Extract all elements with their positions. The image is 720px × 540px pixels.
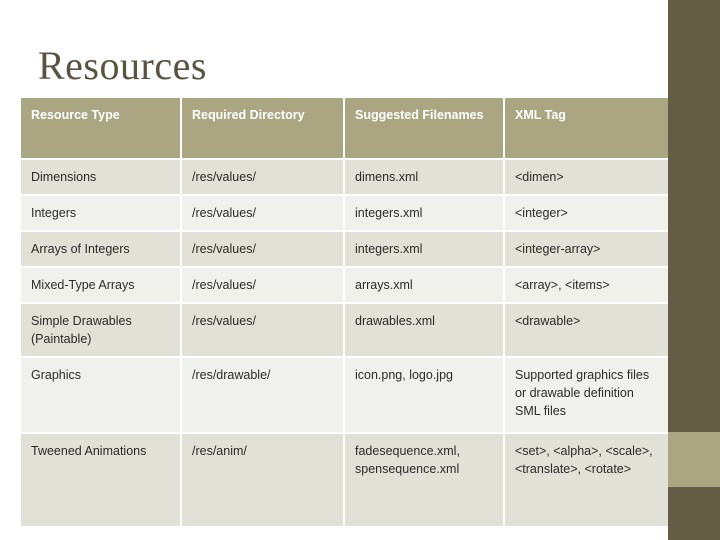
table-row: Simple Drawables (Paintable) /res/values…	[21, 304, 668, 356]
cell-required-directory: /res/drawable/	[182, 358, 343, 432]
column-header-xml-tag: XML Tag	[505, 98, 668, 158]
table-row: Dimensions /res/values/ dimens.xml <dime…	[21, 160, 668, 194]
cell-xml-tag: <integer>	[505, 196, 668, 230]
cell-resource-type: Dimensions	[21, 160, 180, 194]
column-header-required-directory: Required Directory	[182, 98, 343, 158]
cell-required-directory: /res/values/	[182, 196, 343, 230]
table-body: Dimensions /res/values/ dimens.xml <dime…	[21, 160, 668, 526]
cell-suggested-filenames: integers.xml	[345, 196, 503, 230]
cell-suggested-filenames: integers.xml	[345, 232, 503, 266]
table-row: Tweened Animations /res/anim/ fadesequen…	[21, 434, 668, 526]
cell-resource-type: Simple Drawables (Paintable)	[21, 304, 180, 356]
cell-xml-tag: <integer-array>	[505, 232, 668, 266]
right-rail-accent-block	[668, 432, 720, 487]
page-title: Resources	[38, 43, 207, 88]
cell-xml-tag: <array>, <items>	[505, 268, 668, 302]
cell-required-directory: /res/anim/	[182, 434, 343, 526]
cell-resource-type: Graphics	[21, 358, 180, 432]
cell-suggested-filenames: icon.png, logo.jpg	[345, 358, 503, 432]
cell-resource-type: Mixed-Type Arrays	[21, 268, 180, 302]
column-header-resource-type: Resource Type	[21, 98, 180, 158]
cell-xml-tag: <dimen>	[505, 160, 668, 194]
cell-xml-tag: <set>, <alpha>, <scale>, <translate>, <r…	[505, 434, 668, 526]
cell-required-directory: /res/values/	[182, 268, 343, 302]
table-row: Arrays of Integers /res/values/ integers…	[21, 232, 668, 266]
table-row: Graphics /res/drawable/ icon.png, logo.j…	[21, 358, 668, 432]
cell-required-directory: /res/values/	[182, 160, 343, 194]
cell-suggested-filenames: dimens.xml	[345, 160, 503, 194]
column-header-suggested-filenames: Suggested Filenames	[345, 98, 503, 158]
cell-resource-type: Arrays of Integers	[21, 232, 180, 266]
table-header-row: Resource Type Required Directory Suggest…	[21, 98, 668, 158]
cell-resource-type: Integers	[21, 196, 180, 230]
cell-suggested-filenames: arrays.xml	[345, 268, 503, 302]
resource-table: Resource Type Required Directory Suggest…	[19, 96, 670, 528]
slide-canvas: Resources Resource Type Required Directo…	[0, 0, 668, 540]
table-row: Mixed-Type Arrays /res/values/ arrays.xm…	[21, 268, 668, 302]
table-header: Resource Type Required Directory Suggest…	[21, 98, 668, 158]
cell-required-directory: /res/values/	[182, 304, 343, 356]
cell-required-directory: /res/values/	[182, 232, 343, 266]
cell-xml-tag: <drawable>	[505, 304, 668, 356]
table-row: Integers /res/values/ integers.xml <inte…	[21, 196, 668, 230]
cell-suggested-filenames: fadesequence.xml, spensequence.xml	[345, 434, 503, 526]
cell-xml-tag: Supported graphics files or drawable def…	[505, 358, 668, 432]
cell-suggested-filenames: drawables.xml	[345, 304, 503, 356]
cell-resource-type: Tweened Animations	[21, 434, 180, 526]
right-decorative-rail	[668, 0, 720, 540]
